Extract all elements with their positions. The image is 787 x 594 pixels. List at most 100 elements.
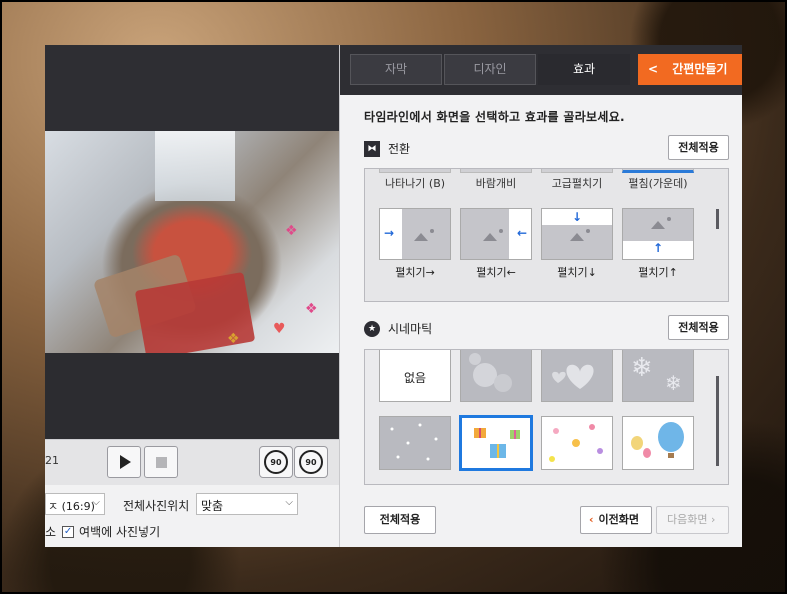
photo-position-select[interactable]: 맞춤 ⌵	[196, 493, 298, 515]
snowflake-icon: ❄	[631, 353, 653, 383]
preview-panel: ❖ ❖ ❖ ♥ 21 90 90 ㅈ (16:9) ⌵ 전체사진위치 맞춤 ⌵ …	[45, 45, 339, 547]
app-window: ❖ ❖ ❖ ♥ 21 90 90 ㅈ (16:9) ⌵ 전체사진위치 맞춤 ⌵ …	[45, 45, 742, 547]
cinematic-apply-all-button[interactable]: 전체적용	[668, 315, 729, 340]
transition-partial-tile[interactable]	[460, 169, 532, 173]
next-screen-label: 다음화면	[667, 513, 708, 526]
mountain-icon	[651, 221, 665, 229]
quick-create-label: 간편만들기	[672, 62, 728, 76]
cinematic-title: 시네마틱	[388, 322, 433, 336]
photo-settings: ㅈ (16:9) ⌵ 전체사진위치 맞춤 ⌵ 소 ✓ 여백에 사진넣기	[45, 485, 339, 547]
arrow-down-icon: ↓	[572, 210, 583, 224]
transition-partial-tile[interactable]	[622, 169, 694, 173]
mountain-icon	[570, 233, 584, 241]
fill-margin-checkbox[interactable]: ✓	[62, 525, 75, 538]
play-button[interactable]	[107, 446, 141, 478]
heart-sticker-icon: ♥	[273, 321, 286, 337]
play-icon	[120, 455, 131, 469]
playback-controls: 21 90 90	[45, 439, 339, 485]
transition-partial-tile[interactable]	[541, 169, 613, 173]
flowers-icon	[549, 424, 603, 462]
arrow-right-icon: →	[384, 226, 395, 240]
transition-tile-spread-right[interactable]: →	[379, 208, 451, 260]
transition-title: 전환	[388, 142, 411, 156]
cinematic-tile-snow[interactable]: ❄ ❄	[622, 350, 694, 402]
cinematic-tile-none[interactable]: 없음	[379, 350, 451, 402]
preview-bottom-area	[45, 353, 339, 439]
snowflake-icon: ❄	[665, 371, 682, 395]
fill-margin-row: 소 ✓ 여백에 사진넣기	[45, 523, 160, 540]
transition-tile-spread-down[interactable]: ↓	[541, 208, 613, 260]
chevron-left-icon: ‹	[589, 513, 594, 526]
cinematic-tile-dots[interactable]	[379, 416, 451, 470]
sun-icon	[430, 229, 434, 233]
cinematic-scrollbar[interactable]	[716, 376, 719, 466]
arrow-up-icon: ↑	[653, 241, 664, 255]
transition-item-label: 고급펼치기	[551, 177, 603, 190]
tab-bar: 자막 디자인 효과 < 간편만들기	[340, 45, 742, 95]
sun-icon	[499, 229, 503, 233]
cinematic-header: ★ 시네마틱	[364, 320, 432, 337]
transition-list: 나타나기 (B) 바람개비 고급펼치기 펼침(가운데) → 펼치기→ ← 펼치기…	[364, 168, 729, 302]
transition-tile-label: 펼치기→	[395, 266, 435, 279]
crop-label-partial: 소	[45, 525, 57, 539]
gift-sticker-icon: ❖	[305, 301, 318, 317]
transition-icon: ⧓	[364, 140, 380, 157]
arrow-left-icon: ←	[516, 226, 527, 240]
transition-apply-all-button[interactable]: 전체적용	[668, 135, 729, 160]
cinematic-none-label: 없음	[403, 371, 427, 385]
fill-margin-label: 여백에 사진넣기	[79, 525, 161, 539]
transition-item-label: 펼침(가운데)	[628, 177, 688, 190]
chevron-left-icon: <	[648, 62, 659, 76]
quick-create-button[interactable]: < 간편만들기	[638, 54, 742, 85]
transition-item-label: 바람개비	[475, 177, 517, 190]
transition-item-label: 나타나기 (B)	[384, 177, 446, 190]
rotate-right-button[interactable]: 90	[294, 446, 328, 478]
stop-icon	[155, 456, 167, 468]
transition-tile-spread-left[interactable]: ←	[460, 208, 532, 260]
gift-sticker-icon: ❖	[227, 331, 240, 347]
tab-effects[interactable]: 효과	[538, 54, 630, 85]
next-screen-button[interactable]: 다음화면 ›	[656, 506, 729, 534]
instruction-text: 타임라인에서 화면을 선택하고 효과를 골라보세요.	[364, 110, 625, 124]
bokeh-circles-icon	[469, 353, 512, 392]
chevron-down-icon: ⌵	[92, 497, 100, 508]
aspect-ratio-value: ㅈ (16:9)	[48, 500, 95, 513]
sun-icon	[586, 229, 590, 233]
photo-position-value: 맞춤	[201, 499, 224, 513]
photo-preview[interactable]: ❖ ❖ ❖ ♥	[45, 131, 339, 353]
tab-design[interactable]: 디자인	[444, 54, 536, 85]
cinematic-tile-bokeh[interactable]	[460, 350, 532, 402]
transition-tile-label: 펼치기↑	[638, 266, 678, 279]
chevron-down-icon: ⌵	[285, 497, 293, 508]
hot-air-balloon-icon	[631, 422, 684, 458]
cinematic-tile-gifts-selected[interactable]	[459, 415, 533, 471]
cinematic-tile-balloons[interactable]	[622, 416, 694, 470]
transition-scrollbar[interactable]	[716, 209, 719, 229]
gift-sticker-icon: ❖	[285, 223, 298, 239]
tab-subtitle[interactable]: 자막	[350, 54, 442, 85]
sparkle-dots-icon	[390, 423, 438, 461]
effects-panel: 자막 디자인 효과 < 간편만들기 타임라인에서 화면을 선택하고 효과를 골라…	[339, 45, 742, 547]
preview-window-light	[155, 131, 235, 201]
sun-icon	[667, 217, 671, 221]
gift-boxes-icon	[474, 428, 520, 458]
preview-top-area	[45, 45, 339, 131]
cinematic-list: 없음 ❄ ❄	[364, 349, 729, 485]
transition-tile-label: 펼치기↓	[557, 266, 597, 279]
photo-position-label: 전체사진위치	[123, 499, 190, 513]
cinematic-tile-flowers[interactable]	[541, 416, 613, 470]
rotate-left-icon: 90	[264, 450, 288, 474]
rotate-left-button[interactable]: 90	[259, 446, 293, 478]
footer-apply-all-button[interactable]: 전체적용	[364, 506, 436, 534]
prev-screen-button[interactable]: ‹ 이전화면	[580, 506, 652, 534]
transition-partial-tile[interactable]	[379, 169, 451, 173]
transition-tile-spread-up[interactable]: ↑	[622, 208, 694, 260]
mountain-icon	[483, 233, 497, 241]
stop-button[interactable]	[144, 446, 178, 478]
hearts-icon	[552, 364, 594, 389]
prev-screen-label: 이전화면	[598, 513, 640, 526]
star-icon: ★	[364, 320, 380, 337]
aspect-ratio-select[interactable]: ㅈ (16:9) ⌵	[45, 493, 105, 515]
transition-header: ⧓ 전환	[364, 140, 410, 157]
cinematic-tile-hearts[interactable]	[541, 350, 613, 402]
